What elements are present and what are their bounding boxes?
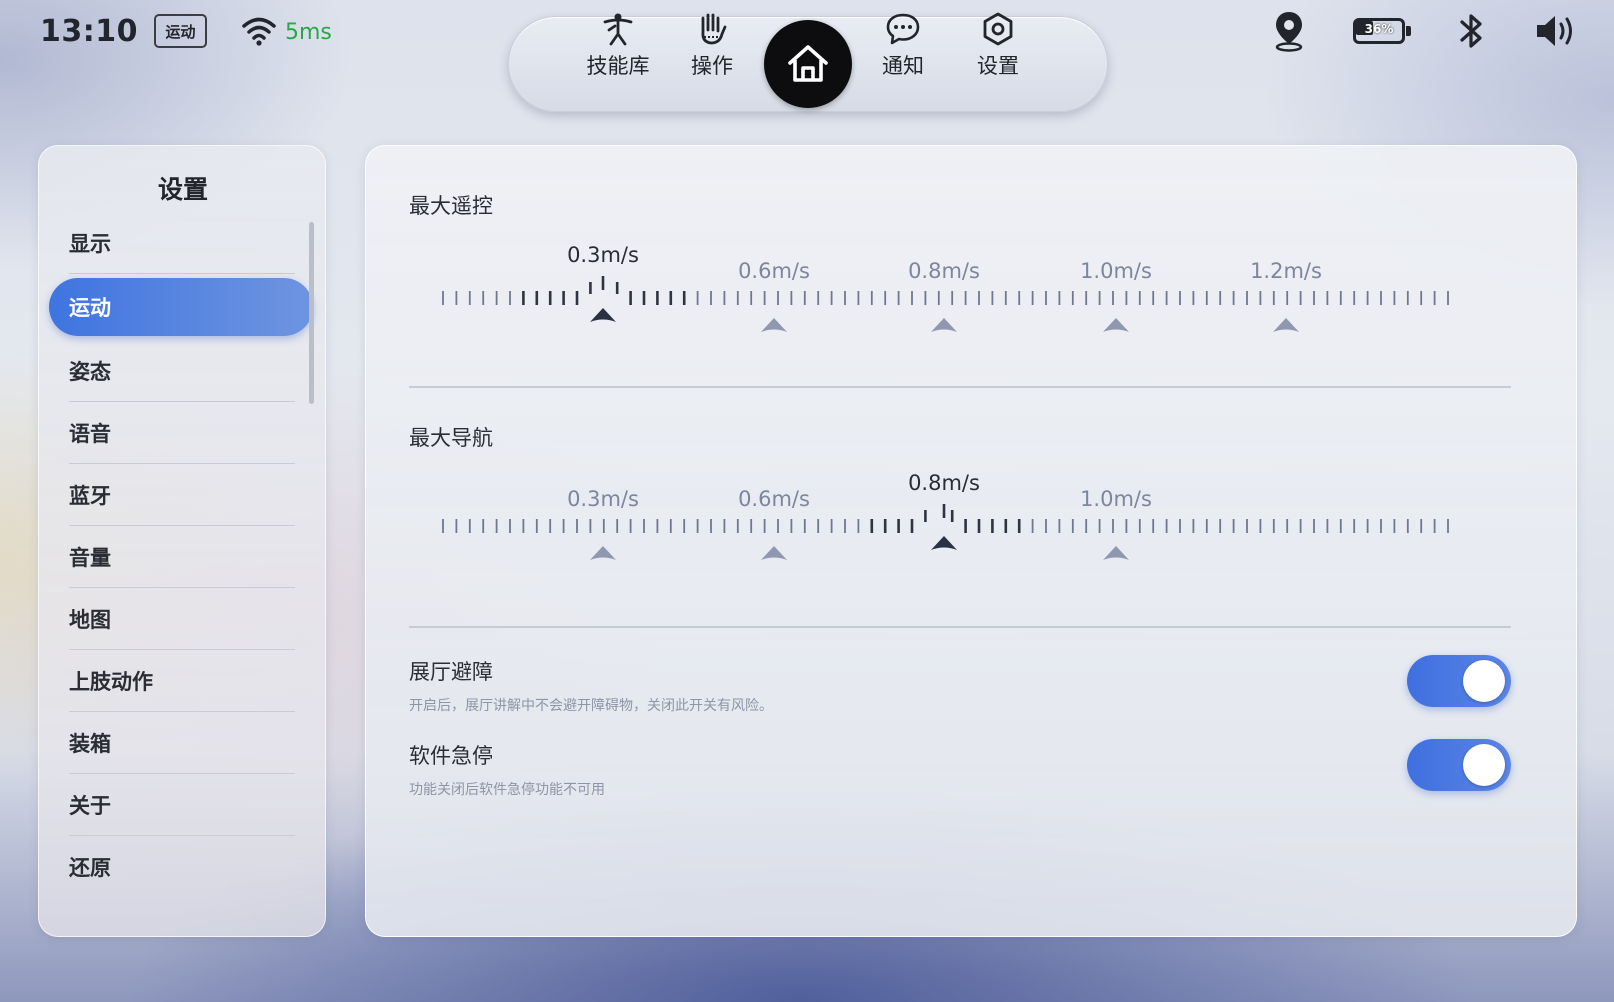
max-remote-title: 最大遥控 (409, 194, 493, 218)
max-remote-speed-slider[interactable]: 0.3m/s 0.6m/s 0.8m/s 1.0m/s 1.2m/s (366, 236, 1578, 346)
remote-option-label[interactable]: 0.6m/s (738, 259, 810, 283)
toggle-knob (1463, 660, 1505, 702)
nav-settings[interactable]: 设置 (953, 10, 1043, 86)
skill-library-icon (603, 13, 633, 46)
sidebar-item-upper-limb[interactable]: 上肢动作 (69, 650, 295, 712)
nav-notifications[interactable]: 通知 (858, 10, 948, 86)
sidebar-item-posture[interactable]: 姿态 (69, 340, 295, 402)
clock: 13:10 (40, 14, 138, 49)
software-estop-desc: 功能关闭后软件急停功能不可用 (409, 782, 605, 798)
sidebar-item-volume[interactable]: 音量 (69, 526, 295, 588)
nav-option-label[interactable]: 1.0m/s (1080, 487, 1152, 511)
sidebar-item-about[interactable]: 关于 (69, 774, 295, 836)
stop-marker[interactable] (761, 546, 787, 560)
max-nav-title: 最大导航 (409, 426, 493, 450)
nav-option-label[interactable]: 0.3m/s (567, 487, 639, 511)
selected-marker[interactable] (931, 536, 957, 550)
chat-bubble-icon (886, 13, 920, 45)
divider (409, 626, 1511, 628)
nav-label: 技能库 (586, 54, 650, 78)
home-icon (788, 45, 828, 82)
remote-option-label[interactable]: 1.0m/s (1080, 259, 1152, 283)
home-button[interactable] (764, 20, 852, 108)
battery-percent: 36% (1364, 22, 1394, 36)
bluetooth-icon[interactable] (1458, 10, 1486, 52)
hall-avoidance-toggle[interactable] (1407, 655, 1511, 707)
nav-skill-library[interactable]: 技能库 (573, 10, 663, 86)
battery-indicator: 36% (1353, 18, 1411, 46)
software-estop-title: 软件急停 (409, 744, 493, 768)
sidebar-item-packing[interactable]: 装箱 (69, 712, 295, 774)
hall-avoidance-desc: 开启后，展厅讲解中不会避开障碍物，关闭此开关有风险。 (409, 698, 773, 714)
stop-marker[interactable] (1273, 318, 1299, 332)
nav-label: 操作 (691, 54, 733, 78)
nav-label: 设置 (977, 54, 1019, 78)
stop-marker[interactable] (1103, 318, 1129, 332)
mode-badge: 运动 (154, 14, 207, 48)
remote-option-label[interactable]: 0.3m/s (567, 243, 639, 267)
software-estop-toggle[interactable] (1407, 739, 1511, 791)
sidebar-item-motion[interactable]: 运动 (49, 278, 313, 336)
sidebar-item-voice[interactable]: 语音 (69, 402, 295, 464)
stop-marker[interactable] (761, 318, 787, 332)
sidebar-scrollbar[interactable] (309, 222, 314, 404)
sidebar-item-display[interactable]: 显示 (69, 212, 295, 274)
divider (409, 386, 1511, 388)
motion-settings-panel: 最大遥控 0.3m/s 0.6m/s 0.8m/s 1.0m/s 1.2m/s 最大导航… (365, 145, 1577, 937)
remote-option-label[interactable]: 0.8m/s (908, 259, 980, 283)
stop-marker[interactable] (590, 546, 616, 560)
wifi-icon (242, 17, 276, 46)
stop-marker[interactable] (1103, 546, 1129, 560)
location-pin-icon[interactable] (1272, 10, 1306, 52)
sidebar-item-map[interactable]: 地图 (69, 588, 295, 650)
nav-operation[interactable]: 操作 (667, 10, 757, 86)
toggle-knob (1463, 744, 1505, 786)
remote-option-label[interactable]: 1.2m/s (1250, 259, 1322, 283)
hall-avoidance-title: 展厅避障 (409, 660, 493, 684)
volume-icon[interactable] (1534, 12, 1578, 50)
hand-gesture-icon (701, 13, 727, 45)
stop-marker[interactable] (931, 318, 957, 332)
sidebar-item-reset[interactable]: 还原 (69, 836, 295, 898)
nav-option-label[interactable]: 0.6m/s (738, 487, 810, 511)
latency-value: 5ms (285, 20, 332, 45)
sidebar-title: 设置 (157, 175, 208, 204)
max-nav-speed-slider[interactable]: 0.3m/s 0.6m/s 0.8m/s 1.0m/s (366, 464, 1578, 574)
nav-label: 通知 (882, 54, 924, 78)
nav-option-label[interactable]: 0.8m/s (908, 471, 980, 495)
hexagon-gear-icon (983, 12, 1013, 46)
settings-sidebar: 设置 显示 运动 姿态 语音 蓝牙 音量 地图 上肢动作 装箱 关于 还原 (38, 145, 326, 937)
selected-marker[interactable] (590, 308, 616, 322)
sidebar-item-bluetooth[interactable]: 蓝牙 (69, 464, 295, 526)
